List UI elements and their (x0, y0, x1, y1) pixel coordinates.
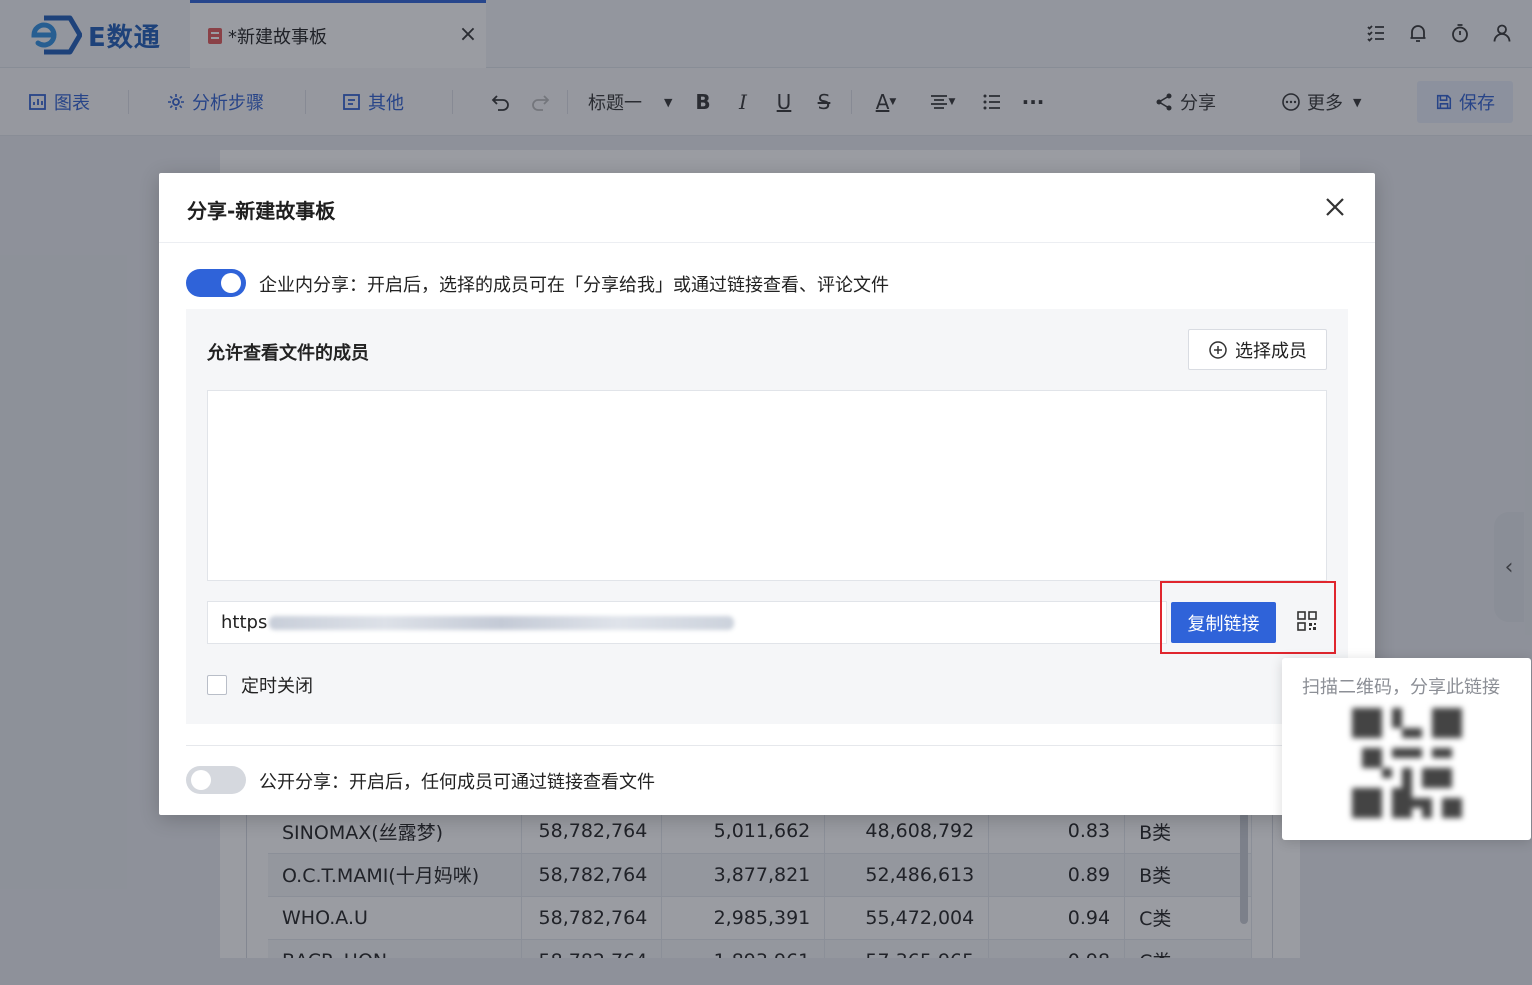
internal-share-toggle[interactable] (186, 269, 246, 297)
blurred-link (269, 615, 735, 630)
public-share-description: 公开分享：开启后，任何成员可通过链接查看文件 (259, 772, 655, 793)
close-icon[interactable] (1321, 193, 1349, 221)
select-members-button[interactable]: 选择成员 (1188, 329, 1327, 370)
plus-circle-icon (1209, 340, 1227, 359)
qr-popover-title: 扫描二维码，分享此链接 (1302, 677, 1500, 698)
section-divider (186, 745, 1348, 746)
dialog-header: 分享-新建故事板 (159, 173, 1375, 243)
share-link-field[interactable]: https (207, 601, 1167, 644)
qr-code-image (1352, 708, 1462, 818)
toggle-knob (221, 273, 241, 293)
select-members-label: 选择成员 (1235, 340, 1307, 362)
copy-link-button[interactable]: 复制链接 (1171, 602, 1276, 643)
scheduled-close-checkbox[interactable] (207, 675, 227, 695)
internal-share-description: 企业内分享：开启后，选择的成员可在「分享给我」或通过链接查看、评论文件 (259, 275, 889, 296)
dialog-title: 分享-新建故事板 (187, 199, 336, 223)
internal-share-panel: 允许查看文件的成员 选择成员 https 复制链接 定时关闭 (186, 309, 1348, 724)
link-prefix: https (221, 612, 268, 633)
toggle-knob (191, 770, 211, 790)
qr-code-icon[interactable] (1292, 606, 1322, 636)
public-share-toggle[interactable] (186, 766, 246, 794)
members-title: 允许查看文件的成员 (207, 343, 369, 364)
qr-popover: 扫描二维码，分享此链接 (1282, 658, 1531, 840)
share-dialog: 分享-新建故事板 企业内分享：开启后，选择的成员可在「分享给我」或通过链接查看、… (159, 173, 1375, 815)
members-list[interactable] (207, 390, 1327, 581)
scheduled-close-label: 定时关闭 (241, 676, 313, 697)
